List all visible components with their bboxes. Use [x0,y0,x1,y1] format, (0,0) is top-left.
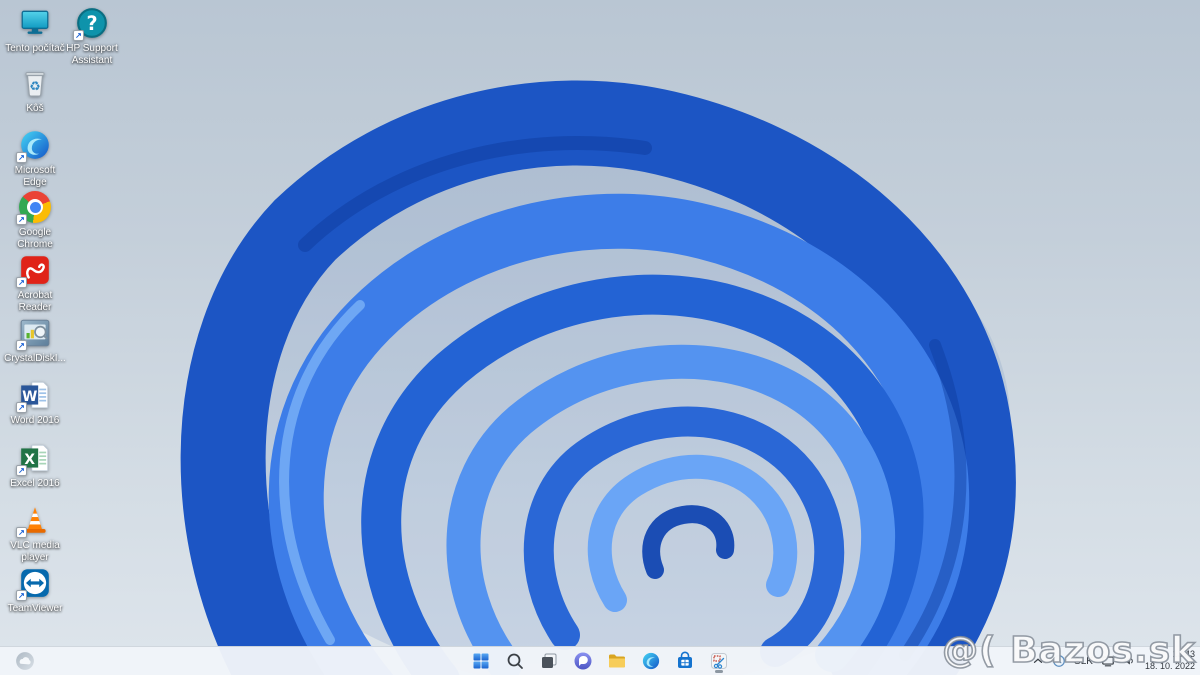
recycle-bin-icon: ♻ [18,66,52,100]
file-explorer-icon [607,651,627,671]
desktop-icon-label: Word 2016 [10,415,60,426]
start-button[interactable] [468,649,494,673]
edge-button[interactable] [638,649,664,673]
svg-text:♻: ♻ [29,79,40,94]
shortcut-arrow-icon: ↗ [73,30,84,41]
desktop-icon-label: VLC media player [10,540,60,563]
svg-text:?: ? [86,12,97,35]
bloom-wallpaper [180,80,1016,675]
task-view-icon [539,651,559,671]
taskbar-center-icons [468,647,732,675]
windows-start-icon [471,651,491,671]
desktop-icon-label: TeamViewer [7,603,63,614]
search-button[interactable] [502,649,528,673]
clock-date: 18. 10. 2022 [1144,661,1195,671]
widgets-button[interactable] [12,649,38,673]
desktop-icon-vlc[interactable]: ↗ VLC media player [3,503,67,564]
running-app-indicator [715,670,723,673]
shortcut-arrow-icon: ↗ [16,214,27,225]
excel-icon: X ↗ [16,441,52,476]
desktop-icon-label: Microsoft Edge [14,165,56,188]
microsoft-store-icon [675,651,695,671]
desktop-icon-word-2016[interactable]: W ↗ Word 2016 [3,378,67,427]
snipping-tool-button[interactable] [706,649,732,673]
desktop-icon-label: HP Support Assistant [66,43,118,66]
acrobat-reader-icon: ↗ [16,253,52,288]
shortcut-arrow-icon: ↗ [16,277,27,288]
desktop-icon-recycle-bin[interactable]: ♻ Kôš [3,66,67,115]
tray-status-button[interactable] [1051,654,1066,669]
desktop-icon-microsoft-edge[interactable]: ↗ Microsoft Edge [3,128,67,189]
vlc-icon: ↗ [16,503,52,538]
desktop-icon-label: Acrobat Reader [17,290,53,313]
shortcut-arrow-icon: ↗ [16,402,27,413]
tray-status-icon [1052,654,1066,668]
desktop-icon-google-chrome[interactable]: ↗ Google Chrome [3,190,67,251]
network-button[interactable] [1101,654,1116,669]
this-pc-icon [18,6,52,40]
crystaldisk-icon: ↗ [16,316,52,351]
clock[interactable]: 13:43 18. 10. 2022 [1145,649,1195,672]
chat-button[interactable] [570,649,596,673]
chevron-up-icon [1031,654,1045,668]
store-button[interactable] [672,649,698,673]
weather-widget-icon [15,651,35,671]
desktop-icon-crystaldisk[interactable]: ↗ CrystalDiskI... [3,316,67,365]
shortcut-arrow-icon: ↗ [16,465,27,476]
word-icon: W ↗ [16,378,52,413]
snipping-tool-icon [709,651,729,671]
search-icon [505,651,525,671]
clock-time: 13:43 [1172,649,1195,660]
edge-icon: ↗ [16,128,52,163]
chrome-icon: ↗ [16,190,52,225]
hidden-icons-button[interactable] [1030,654,1045,669]
teamviewer-icon: ↗ [16,566,52,601]
desktop-icon-label: Google Chrome [17,227,53,250]
shortcut-arrow-icon: ↗ [16,340,27,351]
desktop-icon-label: Kôš [26,103,44,114]
language-indicator[interactable]: SLK [1072,656,1095,667]
network-icon [1101,654,1115,668]
shortcut-arrow-icon: ↗ [16,527,27,538]
shortcut-arrow-icon: ↗ [16,152,27,163]
volume-icon [1122,654,1136,668]
task-view-button[interactable] [536,649,562,673]
system-tray: SLK 13:43 18. 10. 2022 [1030,647,1197,675]
teams-chat-icon [573,651,593,671]
desktop-icon-teamviewer[interactable]: ↗ TeamViewer [3,566,67,615]
taskbar: SLK 13:43 18. 10. 2022 [0,646,1200,675]
desktop-icon-acrobat-reader[interactable]: ↗ Acrobat Reader [3,253,67,314]
shortcut-arrow-icon: ↗ [16,590,27,601]
file-explorer-button[interactable] [604,649,630,673]
hp-support-assistant-icon: ? ↗ [73,6,109,41]
desktop-icon-excel-2016[interactable]: X ↗ Excel 2016 [3,441,67,490]
edge-icon [641,651,661,671]
volume-button[interactable] [1122,654,1137,669]
desktop-icon-label: CrystalDiskI... [4,353,66,364]
desktop-icon-label: Excel 2016 [10,478,60,489]
desktop-icon-hp-support-assistant[interactable]: ? ↗ HP Support Assistant [56,6,128,67]
